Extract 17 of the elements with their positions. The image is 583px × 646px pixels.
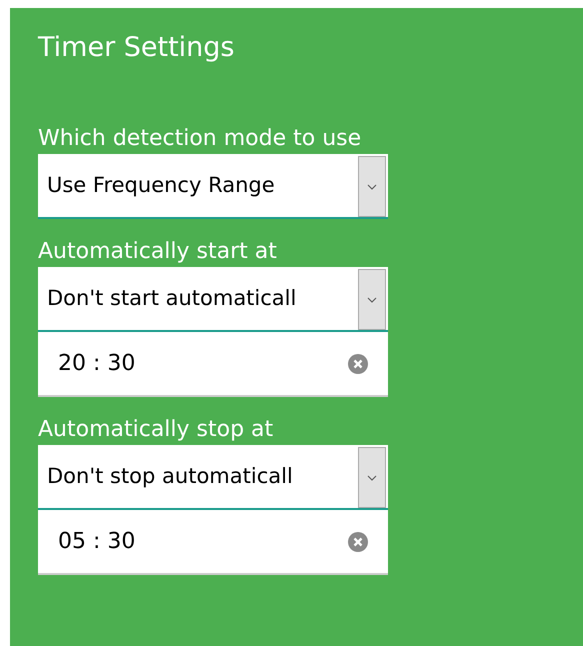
dropdown-button[interactable] bbox=[358, 447, 386, 508]
field-label: Which detection mode to use bbox=[38, 125, 362, 153]
dropdown[interactable]: Don't start automaticall bbox=[38, 267, 388, 332]
time-field[interactable]: 20 : 30 bbox=[38, 332, 388, 397]
panel-title: Timer Settings bbox=[38, 31, 236, 65]
field-label: Automatically stop at bbox=[38, 416, 274, 444]
caret-icon bbox=[367, 474, 377, 480]
clear-icon[interactable] bbox=[348, 354, 368, 374]
dropdown[interactable]: Use Frequency Range bbox=[38, 154, 388, 219]
caret-icon bbox=[367, 296, 377, 302]
dropdown-button[interactable] bbox=[358, 269, 386, 330]
dropdown[interactable]: Don't stop automaticall bbox=[38, 445, 388, 510]
caret-icon bbox=[367, 184, 377, 190]
field-label: Automatically start at bbox=[38, 238, 278, 266]
time-field[interactable]: 05 : 30 bbox=[38, 510, 388, 575]
clear-icon[interactable] bbox=[348, 532, 368, 552]
dropdown-button[interactable] bbox=[358, 156, 386, 217]
